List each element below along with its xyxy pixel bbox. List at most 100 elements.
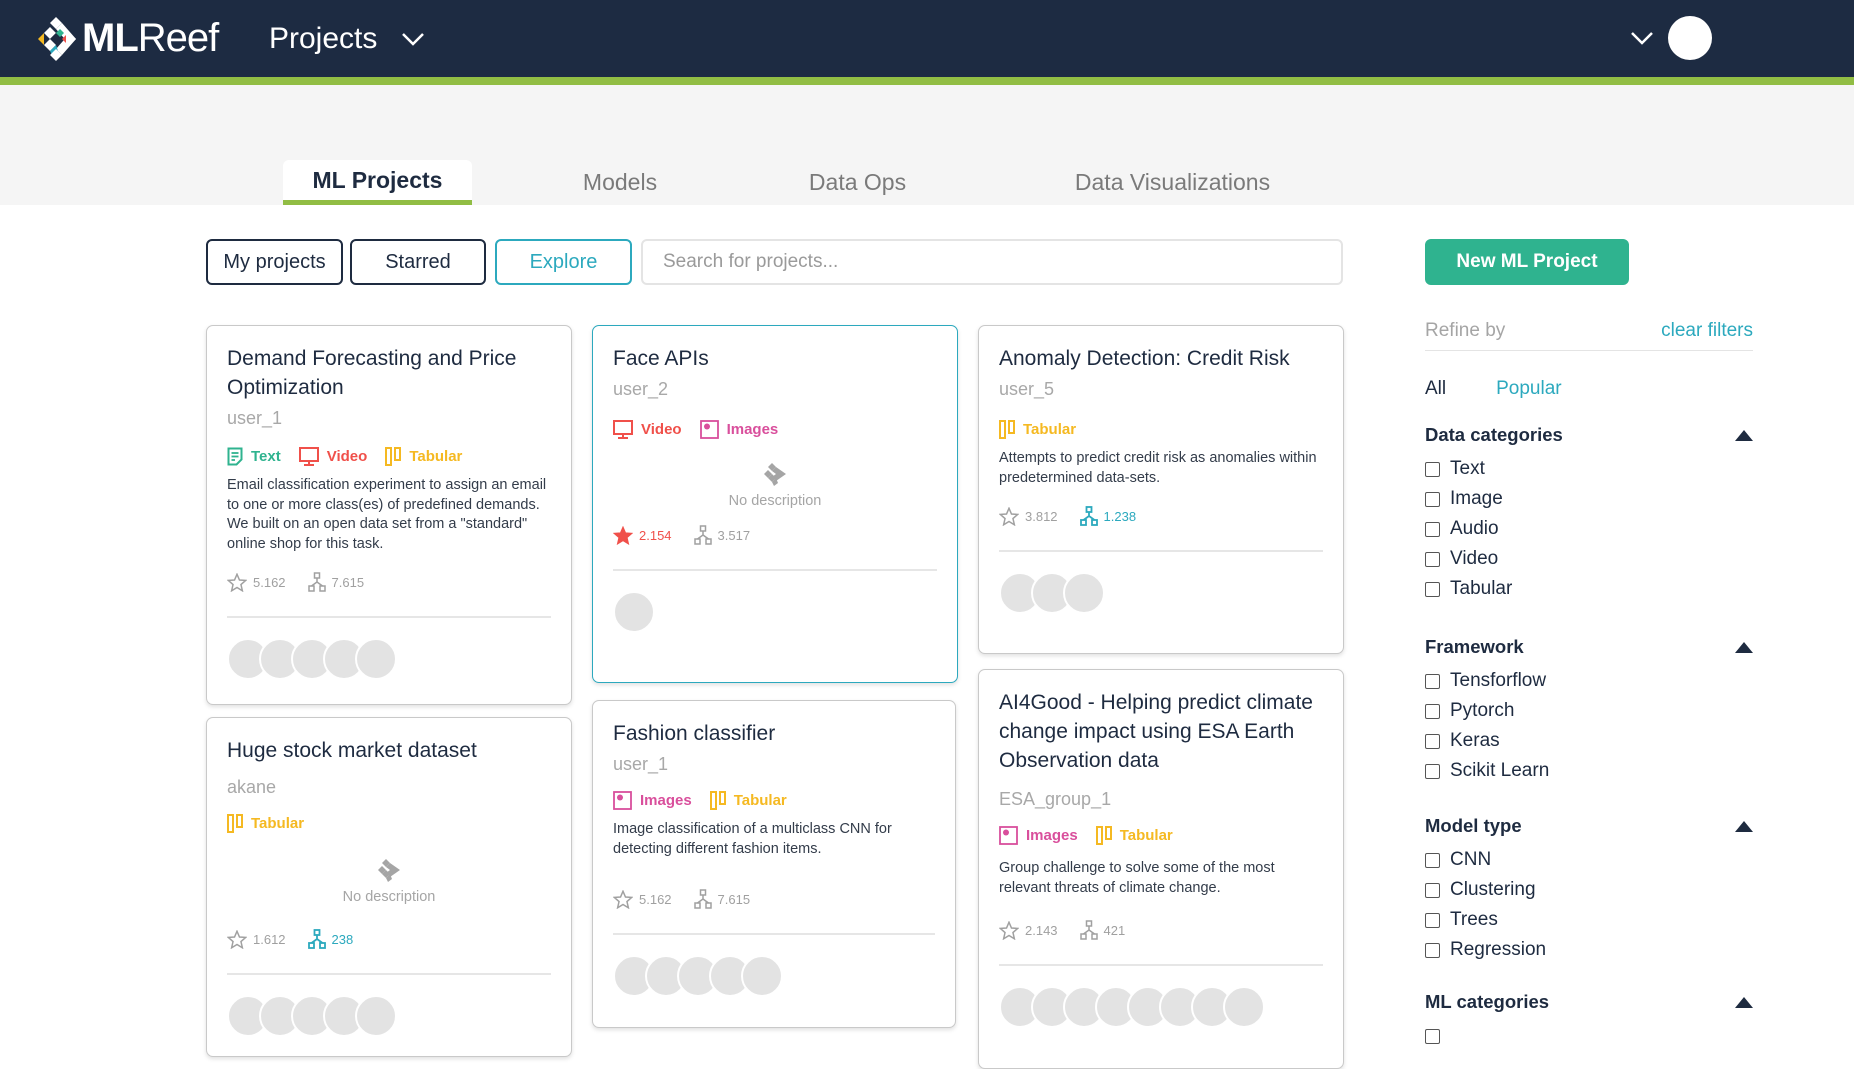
collapse-triangle-icon[interactable] <box>1735 429 1753 441</box>
checkbox[interactable] <box>1425 852 1440 868</box>
fork-count[interactable]: 3.517 <box>693 525 750 545</box>
contributor-avatar[interactable] <box>741 955 783 997</box>
filter-option[interactable]: Image <box>1425 484 1753 514</box>
checkbox[interactable] <box>1425 1028 1440 1044</box>
star-count[interactable]: 2.154 <box>613 525 672 545</box>
filter-option[interactable]: Audio <box>1425 514 1753 544</box>
contributor-avatar[interactable] <box>1063 572 1105 614</box>
star-count[interactable]: 5.162 <box>613 889 672 909</box>
star-count[interactable]: 3.812 <box>999 506 1058 526</box>
filter-option[interactable]: Tensforflow <box>1425 666 1753 696</box>
project-owner[interactable]: ESA_group_1 <box>999 789 1323 810</box>
project-title[interactable]: Fashion classifier <box>613 719 935 748</box>
tag-images: Images <box>999 826 1078 845</box>
filter-option[interactable]: Text <box>1425 454 1753 484</box>
filter-option[interactable]: Tabular <box>1425 574 1753 604</box>
tab-data-ops[interactable]: Data Ops <box>790 160 925 205</box>
filter-all[interactable]: All <box>1425 378 1446 400</box>
project-card[interactable]: Demand Forecasting and Price Optimizatio… <box>206 325 572 705</box>
project-title[interactable]: Anomaly Detection: Credit Risk <box>999 344 1323 373</box>
checkbox[interactable] <box>1425 551 1440 567</box>
project-card[interactable]: Fashion classifier user_1 Images Tabular… <box>592 700 956 1028</box>
star-count[interactable]: 5.162 <box>227 572 286 592</box>
filter-group-header[interactable]: ML categories <box>1425 991 1753 1013</box>
project-owner[interactable]: user_1 <box>613 754 935 775</box>
fork-count[interactable]: 238 <box>307 929 353 949</box>
filter-group-header[interactable]: Model type <box>1425 815 1753 837</box>
tag-images: Images <box>699 420 778 439</box>
collapse-triangle-icon[interactable] <box>1735 820 1753 832</box>
filter-popular[interactable]: Popular <box>1496 378 1562 400</box>
contributor-avatar[interactable] <box>613 591 655 633</box>
project-owner[interactable]: user_5 <box>999 379 1323 400</box>
fork-count[interactable]: 421 <box>1079 920 1125 940</box>
fork-count[interactable]: 1.238 <box>1079 506 1136 526</box>
checkbox[interactable] <box>1425 491 1440 507</box>
filter-option[interactable]: Scikit Learn <box>1425 756 1753 786</box>
projects-nav-dropdown[interactable]: Projects <box>269 22 425 56</box>
project-title[interactable]: Face APIs <box>613 344 937 373</box>
monitor-icon <box>613 420 633 439</box>
project-card[interactable]: Huge stock market dataset akane Tabular … <box>206 717 572 1057</box>
checkbox[interactable] <box>1425 942 1440 958</box>
star-count[interactable]: 2.143 <box>999 920 1058 940</box>
filter-option[interactable]: Clustering <box>1425 875 1753 905</box>
tag-video: Video <box>613 420 682 439</box>
starred-button[interactable]: Starred <box>350 239 486 285</box>
user-menu[interactable] <box>1630 16 1712 60</box>
project-card[interactable]: Face APIs user_2 Video Images No descrip… <box>592 325 958 683</box>
text-file-icon <box>227 447 243 466</box>
fork-count[interactable]: 7.615 <box>307 572 364 592</box>
star-outline-icon <box>227 929 247 949</box>
filter-group-header[interactable]: Framework <box>1425 636 1753 658</box>
checkbox[interactable] <box>1425 763 1440 779</box>
user-avatar[interactable] <box>1668 16 1712 60</box>
chevron-down-icon <box>1631 32 1653 45</box>
data-tags: Text Video Tabular <box>227 447 551 466</box>
checkbox[interactable] <box>1425 703 1440 719</box>
contributor-avatar[interactable] <box>355 995 397 1037</box>
filter-option[interactable] <box>1425 1021 1753 1051</box>
filter-option[interactable]: CNN <box>1425 845 1753 875</box>
checkbox[interactable] <box>1425 912 1440 928</box>
explore-button[interactable]: Explore <box>495 239 632 285</box>
my-projects-button[interactable]: My projects <box>206 239 343 285</box>
project-title[interactable]: Demand Forecasting and Price Optimizatio… <box>227 344 551 402</box>
filter-option[interactable]: Regression <box>1425 935 1753 965</box>
project-title[interactable]: AI4Good - Helping predict climate change… <box>999 688 1323 775</box>
tag-images: Images <box>613 791 692 810</box>
no-description: No description <box>613 461 937 509</box>
project-card[interactable]: AI4Good - Helping predict climate change… <box>978 669 1344 1069</box>
contributor-avatar[interactable] <box>355 638 397 680</box>
checkbox[interactable] <box>1425 882 1440 898</box>
contributor-avatar[interactable] <box>1223 986 1265 1028</box>
mlreef-logo[interactable]: MLReef <box>36 16 219 61</box>
checkbox[interactable] <box>1425 673 1440 689</box>
filter-option[interactable]: Video <box>1425 544 1753 574</box>
project-card[interactable]: Anomaly Detection: Credit Risk user_5 Ta… <box>978 325 1344 654</box>
search-input[interactable] <box>641 239 1343 285</box>
project-owner[interactable]: user_2 <box>613 379 937 400</box>
tag-text: Text <box>227 447 281 466</box>
clear-filters-link[interactable]: clear filters <box>1661 320 1753 342</box>
checkbox[interactable] <box>1425 521 1440 537</box>
collapse-triangle-icon[interactable] <box>1735 641 1753 653</box>
tab-data-visualizations[interactable]: Data Visualizations <box>1060 160 1285 205</box>
project-owner[interactable]: user_1 <box>227 408 551 429</box>
checkbox[interactable] <box>1425 581 1440 597</box>
checkbox[interactable] <box>1425 733 1440 749</box>
collapse-triangle-icon[interactable] <box>1735 996 1753 1008</box>
tab-ml-projects[interactable]: ML Projects <box>283 160 472 205</box>
checkbox[interactable] <box>1425 461 1440 477</box>
data-tags: Images Tabular <box>999 826 1323 845</box>
filter-group-header[interactable]: Data categories <box>1425 424 1753 446</box>
project-title[interactable]: Huge stock market dataset <box>227 736 551 765</box>
fork-count[interactable]: 7.615 <box>693 889 750 909</box>
tab-models[interactable]: Models <box>560 160 680 205</box>
project-owner[interactable]: akane <box>227 777 551 798</box>
filter-option[interactable]: Trees <box>1425 905 1753 935</box>
new-ml-project-button[interactable]: New ML Project <box>1425 239 1629 285</box>
filter-option[interactable]: Pytorch <box>1425 696 1753 726</box>
star-count[interactable]: 1.612 <box>227 929 286 949</box>
filter-option[interactable]: Keras <box>1425 726 1753 756</box>
